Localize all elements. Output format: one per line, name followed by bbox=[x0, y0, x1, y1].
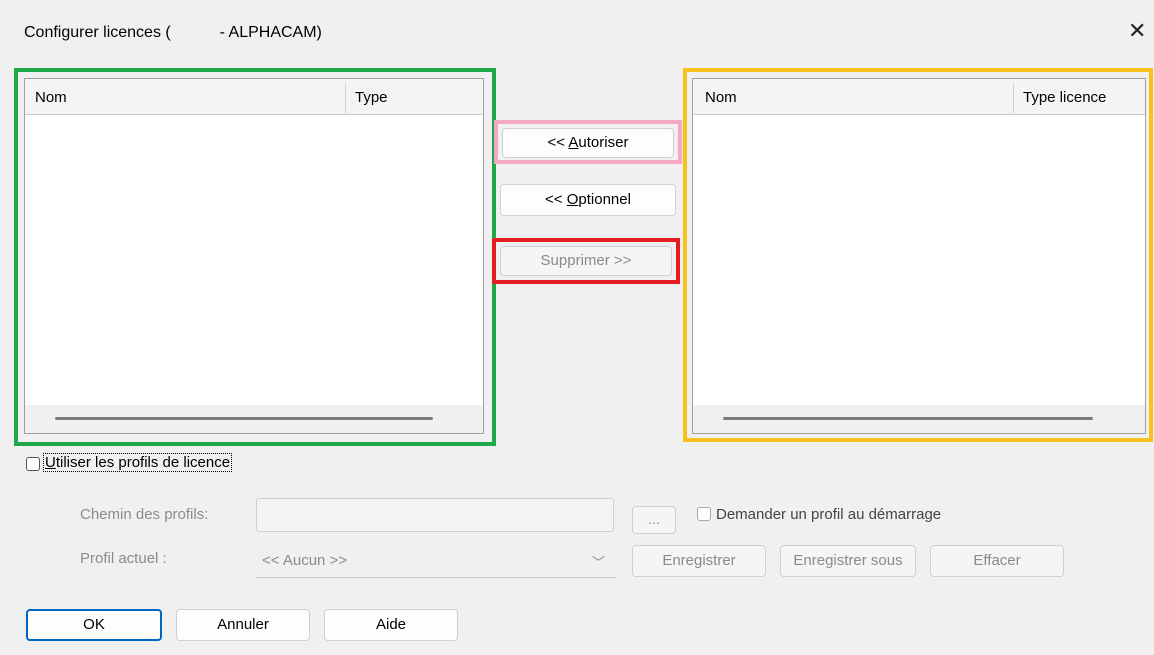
optional-button[interactable]: << Optionnel bbox=[500, 184, 676, 216]
ask-profile-label[interactable]: Demander un profil au démarrage bbox=[716, 506, 941, 523]
save-button[interactable]: Enregistrer bbox=[632, 545, 766, 577]
save-as-button[interactable]: Enregistrer sous bbox=[780, 545, 916, 577]
clear-button[interactable]: Effacer bbox=[930, 545, 1064, 577]
left-col-nom[interactable]: Nom bbox=[35, 89, 67, 106]
left-scroll-thumb[interactable] bbox=[55, 417, 433, 420]
right-col-type-licence[interactable]: Type licence bbox=[1023, 89, 1106, 106]
window-title: Configurer licences ( - ALPHACAM) bbox=[24, 24, 322, 41]
title-bar: Configurer licences ( - ALPHACAM) ✕ bbox=[0, 0, 1154, 62]
delete-button[interactable]: Supprimer >> bbox=[500, 246, 672, 276]
left-list-hscrollbar[interactable] bbox=[25, 405, 483, 433]
profile-path-field[interactable] bbox=[256, 498, 614, 532]
right-list-hscrollbar[interactable] bbox=[693, 405, 1145, 433]
help-button[interactable]: Aide bbox=[324, 609, 458, 641]
right-list-header: Nom Type licence bbox=[693, 79, 1145, 115]
left-col-type[interactable]: Type bbox=[355, 89, 388, 106]
right-col-nom[interactable]: Nom bbox=[705, 89, 737, 106]
cancel-button[interactable]: Annuler bbox=[176, 609, 310, 641]
right-list[interactable]: Nom Type licence bbox=[692, 78, 1146, 434]
chevron-down-icon: ﹀ bbox=[592, 555, 606, 570]
allow-button[interactable]: << Autoriser bbox=[502, 128, 674, 158]
ok-button[interactable]: OK bbox=[26, 609, 162, 641]
browse-button[interactable]: ... bbox=[632, 506, 676, 534]
left-list-header: Nom Type bbox=[25, 79, 483, 115]
left-list[interactable]: Nom Type bbox=[24, 78, 484, 434]
ask-profile-checkbox[interactable] bbox=[697, 507, 711, 521]
current-profile-select[interactable]: << Aucun >> ﹀ bbox=[256, 546, 616, 578]
close-icon[interactable]: ✕ bbox=[1128, 20, 1146, 42]
current-profile-label: Profil actuel : bbox=[80, 550, 167, 567]
profile-path-label: Chemin des profils: bbox=[80, 506, 209, 523]
use-profiles-checkbox[interactable] bbox=[26, 457, 40, 471]
right-scroll-thumb[interactable] bbox=[723, 417, 1093, 420]
use-profiles-label[interactable]: Utiliser les profils de licence bbox=[42, 453, 233, 472]
